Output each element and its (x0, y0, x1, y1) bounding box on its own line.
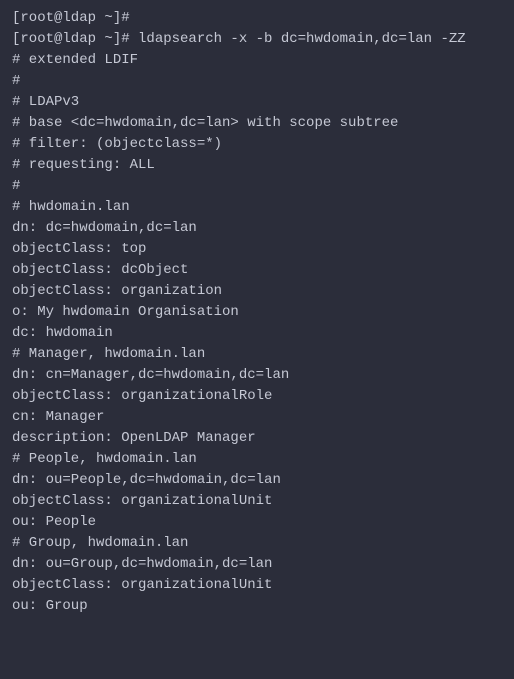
output-line: objectClass: top (12, 239, 502, 260)
output-line: objectClass: dcObject (12, 260, 502, 281)
output-line: dn: cn=Manager,dc=hwdomain,dc=lan (12, 365, 502, 386)
output-line: # Group, hwdomain.lan (12, 533, 502, 554)
output-line: # extended LDIF (12, 50, 502, 71)
output-line: # (12, 71, 502, 92)
output-line: ou: People (12, 512, 502, 533)
output-line: o: My hwdomain Organisation (12, 302, 502, 323)
output-line: # filter: (objectclass=*) (12, 134, 502, 155)
output-line: dn: ou=Group,dc=hwdomain,dc=lan (12, 554, 502, 575)
output-line: ou: Group (12, 596, 502, 617)
terminal-output[interactable]: [root@ldap ~]# [root@ldap ~]# ldapsearch… (12, 8, 502, 617)
output-line: description: OpenLDAP Manager (12, 428, 502, 449)
prompt-line-command: [root@ldap ~]# ldapsearch -x -b dc=hwdom… (12, 29, 502, 50)
output-line: # Manager, hwdomain.lan (12, 344, 502, 365)
output-line: # LDAPv3 (12, 92, 502, 113)
prompt-line-empty: [root@ldap ~]# (12, 8, 502, 29)
output-line: objectClass: organizationalUnit (12, 575, 502, 596)
output-line: # hwdomain.lan (12, 197, 502, 218)
output-line: objectClass: organizationalRole (12, 386, 502, 407)
output-line: # requesting: ALL (12, 155, 502, 176)
output-line: dn: dc=hwdomain,dc=lan (12, 218, 502, 239)
output-line: dc: hwdomain (12, 323, 502, 344)
output-line: cn: Manager (12, 407, 502, 428)
output-line: # People, hwdomain.lan (12, 449, 502, 470)
output-line: dn: ou=People,dc=hwdomain,dc=lan (12, 470, 502, 491)
output-line: objectClass: organizationalUnit (12, 491, 502, 512)
output-line: # (12, 176, 502, 197)
output-line: objectClass: organization (12, 281, 502, 302)
output-line: # base <dc=hwdomain,dc=lan> with scope s… (12, 113, 502, 134)
